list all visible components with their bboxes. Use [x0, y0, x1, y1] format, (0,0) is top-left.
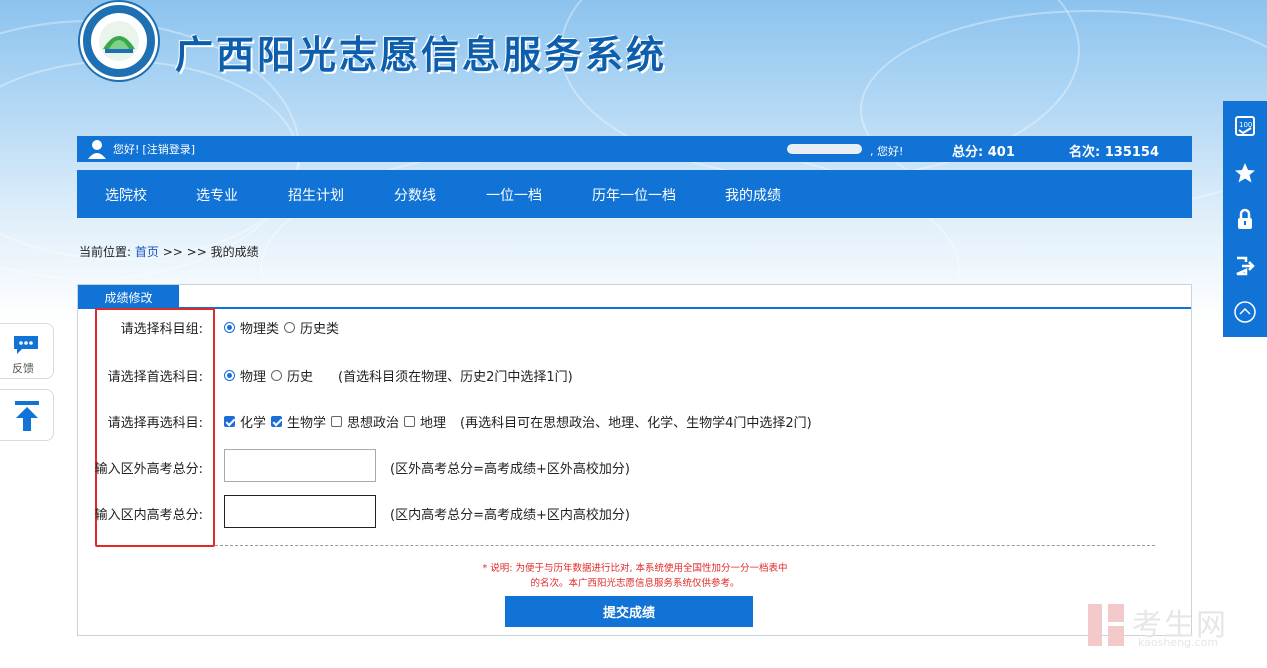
panel-tab-underline [78, 307, 1191, 309]
checkbox-geography[interactable] [404, 416, 416, 427]
breadcrumb-current: 我的成绩 [210, 245, 259, 259]
note-line-1: * 说明: 为便于与历年数据进行比对, 本系统使用全国性加分一分一档表中 [482, 563, 788, 574]
greeting-text: 您好! [113, 143, 140, 156]
feedback-label: 反馈 [12, 362, 34, 375]
logo-emblem-icon [91, 13, 147, 69]
option-history: 历史 [287, 370, 314, 385]
radio-history[interactable] [271, 370, 283, 381]
first-subject-options: 物理 历史 [224, 366, 313, 385]
note-line-2: 的名次。本广西阳光志愿信息服务系统仅供参考。 [530, 578, 740, 589]
nav-item-history-rank-table[interactable]: 历年一位一档 [592, 185, 676, 205]
tab-score-edit[interactable]: 成绩修改 [78, 285, 179, 309]
disclaimer-note: * 说明: 为便于与历年数据进行比对, 本系统使用全国性加分一分一档表中 的名次… [460, 561, 810, 591]
option-geography: 地理 [420, 416, 447, 431]
radio-physics[interactable] [224, 370, 235, 381]
logout-link[interactable]: [注销登录] [142, 141, 195, 157]
outside-score-hint: (区外高考总分=高考成绩+区外高校加分) [390, 462, 630, 477]
arrow-up-icon [14, 400, 40, 436]
hello-text: , 您好! [870, 145, 904, 158]
score-report-icon[interactable]: 100 [1230, 111, 1260, 141]
breadcrumb-separator: >> >> [162, 245, 207, 259]
star-icon[interactable] [1230, 158, 1260, 188]
rank-value: 名次: 135154 [1069, 145, 1159, 160]
chevron-up-circle-icon[interactable] [1230, 297, 1260, 327]
right-toolbar: 100 [1223, 101, 1267, 337]
nav-item-score-line[interactable]: 分数线 [394, 185, 436, 205]
second-subject-options: 化学 生物学 思想政治 地理 [224, 412, 446, 431]
nav-item-select-major[interactable]: 选专业 [196, 185, 238, 205]
inside-score-hint: (区内高考总分=高考成绩+区内高校加分) [390, 508, 630, 523]
masked-username [787, 144, 862, 154]
option-chemistry: 化学 [240, 416, 267, 431]
inside-score-input[interactable] [224, 495, 376, 528]
checkbox-biology[interactable] [271, 416, 283, 427]
subject-group-options: 物理类 历史类 [224, 318, 339, 337]
subject-group-label: 请选择科目组: [120, 322, 203, 337]
breadcrumb-prefix: 当前位置: [79, 245, 132, 259]
user-icon [87, 139, 107, 159]
back-to-top-button[interactable] [0, 389, 54, 441]
logout-icon[interactable] [1230, 251, 1260, 281]
checkbox-politics[interactable] [331, 416, 343, 427]
chat-icon [12, 334, 40, 360]
option-history-group: 历史类 [300, 322, 340, 337]
site-logo[interactable] [80, 2, 158, 80]
second-subject-hint: (再选科目可在思想政治、地理、化学、生物学4门中选择2门) [460, 416, 812, 431]
outside-score-input[interactable] [224, 449, 376, 482]
nav-item-enrollment-plan[interactable]: 招生计划 [288, 185, 344, 205]
divider [215, 545, 1155, 546]
watermark-domain: kaosheng.com [1138, 636, 1219, 649]
site-title: 广西阳光志愿信息服务系统 [175, 33, 668, 77]
inside-score-label: 输入区内高考总分: [94, 508, 203, 523]
first-subject-hint: (首选科目须在物理、历史2门中选择1门) [338, 370, 573, 385]
user-bar: 您好! [注销登录] , 您好! 总分: 401 名次: 135154 [77, 136, 1192, 162]
lock-icon[interactable] [1230, 204, 1260, 234]
option-politics: 思想政治 [347, 416, 400, 431]
submit-score-button[interactable]: 提交成绩 [505, 596, 753, 627]
radio-history-group[interactable] [284, 322, 296, 333]
option-physics-group: 物理类 [240, 322, 280, 337]
feedback-button[interactable]: 反馈 [0, 323, 54, 379]
main-nav: 选院校 选专业 招生计划 分数线 一位一档 历年一位一档 我的成绩 [77, 170, 1192, 218]
kaosheng-watermark: 考生网 kaosheng.com [1086, 602, 1246, 652]
breadcrumb: 当前位置: 首页 >> >> 我的成绩 [79, 243, 259, 260]
nav-item-my-score[interactable]: 我的成绩 [725, 185, 781, 205]
nav-item-rank-table[interactable]: 一位一档 [486, 185, 542, 205]
watermark-logo-icon [1088, 604, 1124, 646]
nav-item-select-school[interactable]: 选院校 [105, 185, 147, 205]
second-subject-label: 请选择再选科目: [107, 416, 203, 431]
total-score: 总分: 401 [952, 145, 1015, 160]
option-physics: 物理 [240, 370, 267, 385]
radio-physics-group[interactable] [224, 322, 235, 333]
breadcrumb-home-link[interactable]: 首页 [135, 245, 159, 259]
checkbox-chemistry[interactable] [224, 416, 235, 427]
option-biology: 生物学 [287, 416, 327, 431]
outside-score-label: 输入区外高考总分: [94, 462, 203, 477]
first-subject-label: 请选择首选科目: [107, 370, 203, 385]
